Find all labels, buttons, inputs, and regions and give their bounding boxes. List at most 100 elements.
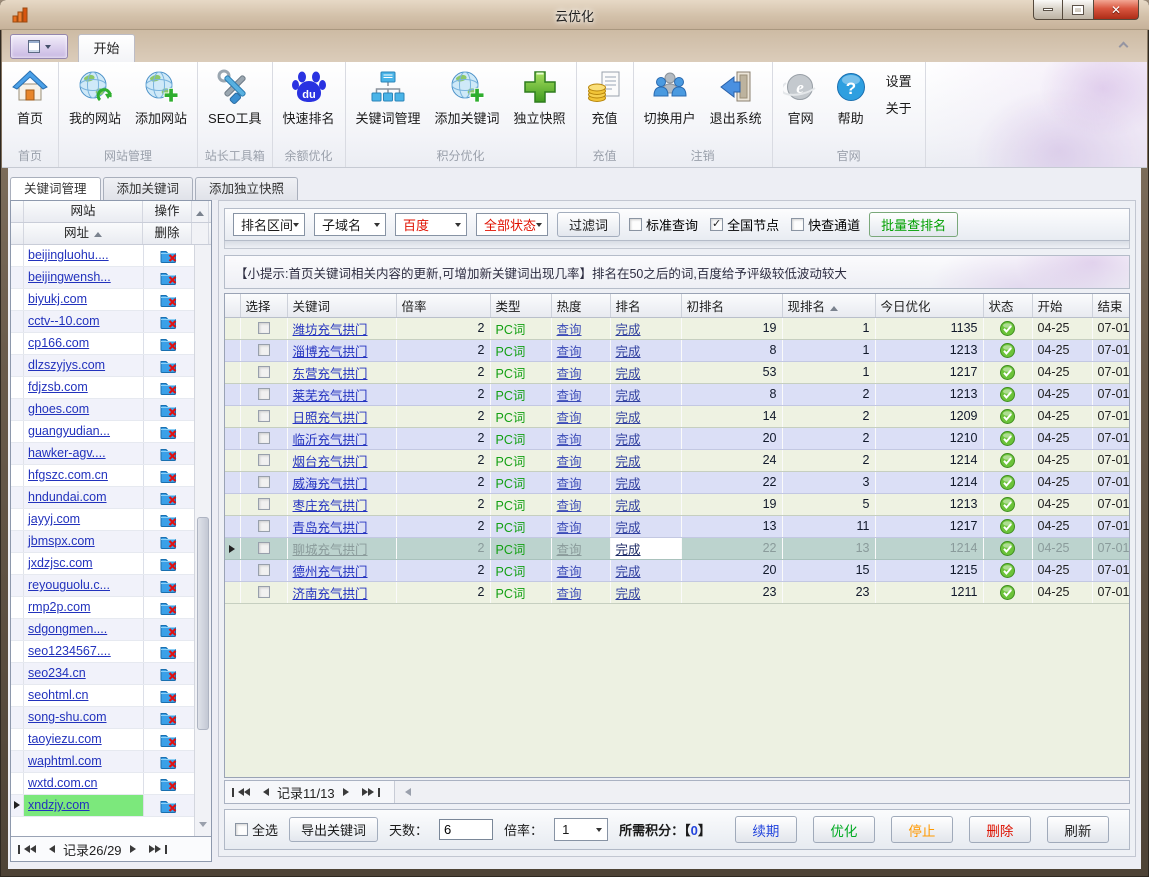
delete-site-button[interactable] bbox=[143, 619, 192, 640]
rank-link[interactable]: 完成 bbox=[616, 411, 641, 425]
my-sites-button[interactable]: 我的网站 bbox=[62, 67, 128, 127]
row-select-cell[interactable] bbox=[240, 427, 287, 449]
row-checkbox[interactable] bbox=[258, 322, 270, 334]
site-link[interactable]: seo234.cn bbox=[28, 666, 86, 680]
site-row[interactable]: dlzszyjys.com bbox=[11, 355, 194, 377]
rank-link[interactable]: 完成 bbox=[616, 345, 641, 359]
hot-link[interactable]: 查询 bbox=[557, 345, 582, 359]
keyword-link[interactable]: 烟台充气拱门 bbox=[293, 455, 368, 469]
document-tab[interactable]: 添加独立快照 bbox=[195, 177, 298, 200]
scrollbar-thumb[interactable] bbox=[197, 517, 209, 730]
add-keyword-button[interactable]: 添加关键词 bbox=[428, 67, 507, 127]
site-link[interactable]: dlzszyjys.com bbox=[28, 358, 105, 372]
col-select[interactable]: 选择 bbox=[240, 294, 287, 317]
export-keywords-button[interactable]: 导出关键词 bbox=[289, 817, 378, 842]
hot-link[interactable]: 查询 bbox=[557, 587, 582, 601]
site-row[interactable]: cctv--10.com bbox=[11, 311, 194, 333]
delete-site-button[interactable] bbox=[143, 707, 192, 728]
row-checkbox[interactable] bbox=[258, 344, 270, 356]
about-button[interactable]: 关于 bbox=[886, 98, 912, 117]
keyword-row[interactable]: 德州充气拱门 2 PC词 查询 完成 20 15 1215 bbox=[225, 559, 1129, 581]
site-link[interactable]: seo1234567.... bbox=[28, 644, 111, 658]
site-link[interactable]: hfgszc.com.cn bbox=[28, 468, 108, 482]
col-type[interactable]: 类型 bbox=[490, 294, 551, 317]
rank-link[interactable]: 完成 bbox=[616, 521, 641, 535]
horizontal-scrollbar[interactable] bbox=[394, 781, 1129, 803]
hot-link[interactable]: 查询 bbox=[557, 565, 582, 579]
keyword-row[interactable]: 青岛充气拱门 2 PC词 查询 完成 13 11 1217 bbox=[225, 515, 1129, 537]
rank-link[interactable]: 完成 bbox=[616, 389, 641, 403]
column-action[interactable]: 操作 bbox=[143, 201, 192, 222]
hot-link[interactable]: 查询 bbox=[557, 433, 582, 447]
action-button[interactable]: 续期 bbox=[735, 816, 797, 843]
keyword-row[interactable]: 济南充气拱门 2 PC词 查询 完成 23 23 1211 bbox=[225, 581, 1129, 603]
site-link[interactable]: beijingluohu.... bbox=[28, 248, 109, 262]
delete-site-button[interactable] bbox=[143, 289, 192, 310]
site-link[interactable]: waphtml.com bbox=[28, 754, 102, 768]
delete-site-button[interactable] bbox=[143, 399, 192, 420]
filter-checkbox[interactable]: ✓ 全国节点 bbox=[710, 215, 779, 234]
site-link[interactable]: xndzjy.com bbox=[28, 798, 90, 812]
site-row[interactable]: sdgongmen.... bbox=[11, 619, 194, 641]
delete-site-button[interactable] bbox=[143, 663, 192, 684]
action-button[interactable]: 刷新 bbox=[1047, 816, 1109, 843]
site-row[interactable]: seohtml.cn bbox=[11, 685, 194, 707]
hot-link[interactable]: 查询 bbox=[557, 389, 582, 403]
col-rank[interactable]: 排名 bbox=[610, 294, 681, 317]
rank-link[interactable]: 完成 bbox=[616, 367, 641, 381]
keyword-row[interactable]: 枣庄充气拱门 2 PC词 查询 完成 19 5 1213 bbox=[225, 493, 1129, 515]
keyword-link[interactable]: 潍坊充气拱门 bbox=[293, 323, 368, 337]
col-start[interactable]: 开始 bbox=[1032, 294, 1092, 317]
column-delete[interactable]: 删除 bbox=[143, 223, 192, 244]
site-link[interactable]: fdjzsb.com bbox=[28, 380, 88, 394]
keyword-row[interactable]: 日照充气拱门 2 PC词 查询 完成 14 2 1209 bbox=[225, 405, 1129, 427]
site-row[interactable]: ghoes.com bbox=[11, 399, 194, 421]
row-checkbox[interactable] bbox=[258, 586, 270, 598]
site-link[interactable]: rmp2p.com bbox=[28, 600, 91, 614]
site-row[interactable]: seo234.cn bbox=[11, 663, 194, 685]
settings-button[interactable]: 设置 bbox=[886, 71, 912, 90]
site-link[interactable]: biyukj.com bbox=[28, 292, 87, 306]
row-select-cell[interactable] bbox=[240, 339, 287, 361]
filter-checkbox[interactable]: ✓ 快查通道 bbox=[791, 215, 860, 234]
next-page-button[interactable] bbox=[343, 788, 353, 796]
delete-site-button[interactable] bbox=[143, 267, 192, 288]
recharge-button[interactable]: 充值 bbox=[580, 67, 630, 127]
row-select-cell[interactable] bbox=[240, 493, 287, 515]
site-link[interactable]: jbmspx.com bbox=[28, 534, 95, 548]
rank-link[interactable]: 完成 bbox=[616, 477, 641, 491]
keyword-link[interactable]: 威海充气拱门 bbox=[293, 477, 368, 491]
keyword-link[interactable]: 枣庄充气拱门 bbox=[293, 499, 368, 513]
site-row[interactable]: hndundai.com bbox=[11, 487, 194, 509]
row-select-cell[interactable] bbox=[240, 471, 287, 493]
delete-site-button[interactable] bbox=[143, 487, 192, 508]
row-checkbox[interactable] bbox=[258, 476, 270, 488]
batch-rank-check-button[interactable]: 批量查排名 bbox=[869, 212, 958, 237]
filter-dropdown[interactable]: 全部状态 bbox=[476, 213, 548, 236]
site-link[interactable]: ghoes.com bbox=[28, 402, 89, 416]
keyword-link[interactable]: 临沂充气拱门 bbox=[293, 433, 368, 447]
home-button[interactable]: 首页 bbox=[5, 67, 55, 127]
hot-link[interactable]: 查询 bbox=[557, 455, 582, 469]
add-site-button[interactable]: 添加网站 bbox=[128, 67, 194, 127]
site-row[interactable]: rmp2p.com bbox=[11, 597, 194, 619]
site-link[interactable]: sdgongmen.... bbox=[28, 622, 107, 636]
delete-site-button[interactable] bbox=[143, 773, 192, 794]
delete-site-button[interactable] bbox=[143, 795, 192, 816]
keyword-link[interactable]: 东营充气拱门 bbox=[293, 367, 368, 381]
keyword-link[interactable]: 聊城充气拱门 bbox=[293, 543, 368, 557]
keyword-link[interactable]: 济南充气拱门 bbox=[293, 587, 368, 601]
days-input[interactable] bbox=[439, 819, 493, 840]
row-select-cell[interactable] bbox=[240, 581, 287, 603]
seo-tools-button[interactable]: SEO工具 bbox=[201, 67, 268, 127]
hot-link[interactable]: 查询 bbox=[557, 367, 582, 381]
hot-link[interactable]: 查询 bbox=[557, 477, 582, 491]
delete-site-button[interactable] bbox=[143, 553, 192, 574]
ribbon-tab-start[interactable]: 开始 bbox=[78, 34, 135, 62]
keyword-manage-button[interactable]: 关键词管理 bbox=[349, 67, 428, 127]
row-select-cell[interactable] bbox=[240, 317, 287, 339]
delete-site-button[interactable] bbox=[143, 355, 192, 376]
col-cur-rank[interactable]: 现排名 bbox=[782, 294, 875, 317]
delete-site-button[interactable] bbox=[143, 531, 192, 552]
delete-site-button[interactable] bbox=[143, 465, 192, 486]
